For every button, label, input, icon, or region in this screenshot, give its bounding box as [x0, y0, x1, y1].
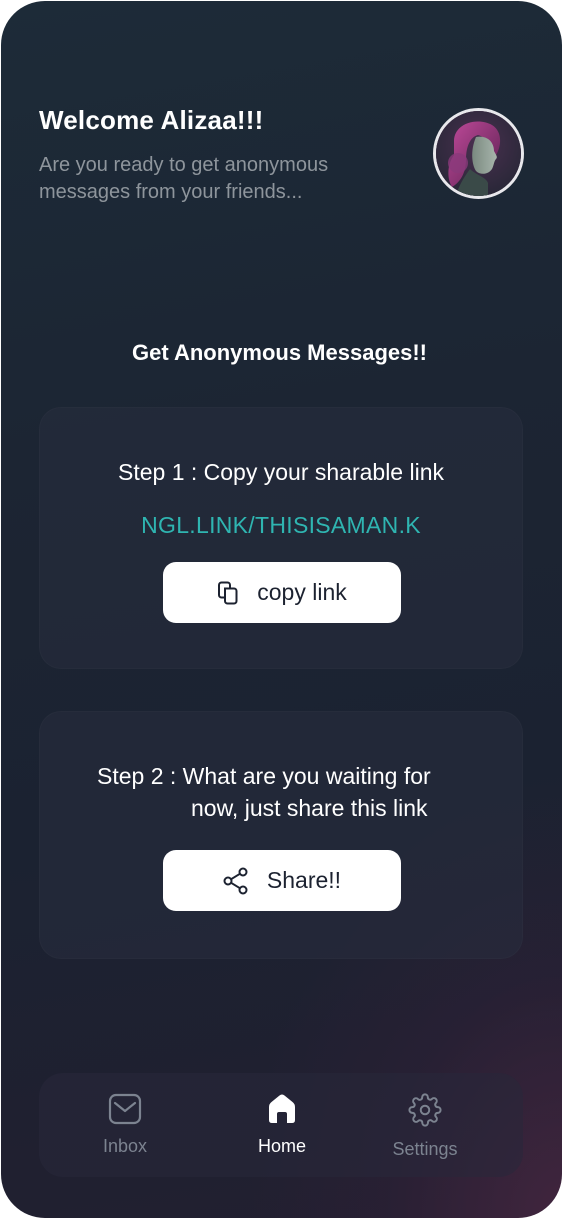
copy-link-button[interactable]: copy link — [163, 562, 401, 623]
inbox-icon — [108, 1093, 142, 1130]
nav-item-inbox[interactable]: Inbox — [70, 1093, 180, 1157]
step2-text-line1: Step 2 : What are you waiting for — [97, 763, 431, 789]
nav-item-settings[interactable]: Settings — [370, 1093, 480, 1160]
share-button[interactable]: Share!! — [163, 850, 401, 911]
welcome-title: Welcome Alizaa!!! — [39, 105, 264, 135]
nav-label-inbox: Inbox — [102, 1136, 148, 1156]
share-link-text: NGL.LINK/THISISAMAN.K — [141, 512, 421, 538]
copy-link-label: copy link — [257, 579, 347, 605]
user-avatar-photo — [436, 111, 521, 196]
nav-label-settings: Settings — [392, 1139, 458, 1159]
nav-label-home: Home — [257, 1136, 306, 1156]
step1-text: Step 1 : Copy your sharable link — [117, 459, 444, 485]
welcome-subtitle: Are you ready to get anonymous messages … — [39, 154, 329, 203]
copy-icon — [217, 581, 239, 605]
step1-card: Step 1 : Copy your sharable link NGL.LIN… — [39, 407, 523, 669]
gear-icon — [408, 1093, 442, 1132]
avatar[interactable] — [433, 108, 524, 199]
bottom-nav: Inbox Home Settings — [39, 1073, 523, 1177]
share-button-label: Share!! — [266, 867, 342, 893]
section-title: Get Anonymous Messages!! — [131, 340, 428, 365]
nav-item-home[interactable]: Home — [227, 1093, 337, 1157]
app-screen: Welcome Alizaa!!! Are you ready to get a… — [1, 1, 562, 1218]
step2-text-line2: now, just share this link — [191, 795, 428, 821]
share-icon — [223, 867, 249, 895]
home-icon — [265, 1093, 299, 1130]
step2-card: Step 2 : What are you waiting for now, j… — [39, 711, 523, 959]
